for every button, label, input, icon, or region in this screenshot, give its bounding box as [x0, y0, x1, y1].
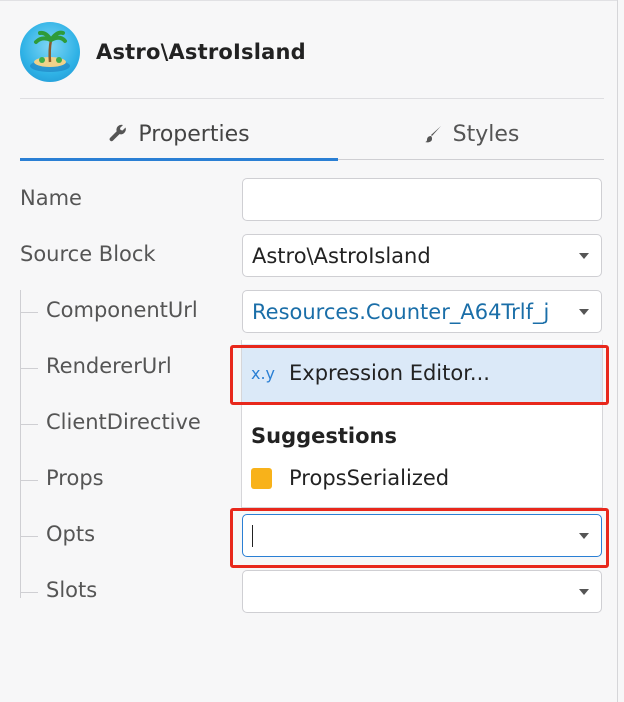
chevron-down-icon	[579, 308, 589, 315]
tab-styles-label: Styles	[452, 121, 520, 147]
name-field[interactable]	[242, 178, 602, 221]
block-color-icon	[251, 467, 272, 489]
tab-styles[interactable]: Styles	[338, 108, 604, 160]
properties-panel: Astro\AstroIsland Properties Styles Name…	[0, 0, 618, 702]
wrench-icon	[108, 124, 128, 144]
island-icon	[20, 22, 80, 82]
brush-icon	[423, 124, 443, 144]
highlight-box-expression	[230, 345, 609, 405]
props-label: Props	[46, 466, 104, 490]
suggestions-heading: Suggestions	[251, 424, 397, 448]
renderer-url-label: RendererUrl	[46, 354, 172, 378]
top-border	[0, 0, 617, 5]
chevron-down-icon	[579, 252, 589, 259]
suggestion-item[interactable]: PropsSerialized	[251, 466, 449, 490]
component-url-select[interactable]: Resources.Counter_A64Trlf_j	[242, 290, 602, 333]
client-directive-label: ClientDirective	[46, 410, 201, 434]
slots-select[interactable]	[242, 570, 602, 613]
suggestion-label: PropsSerialized	[289, 466, 450, 490]
tab-properties-label: Properties	[138, 121, 250, 147]
tab-bar: Properties Styles	[20, 108, 604, 162]
opts-label: Opts	[46, 522, 96, 546]
header-divider	[20, 98, 604, 99]
highlight-box-opts	[230, 508, 609, 568]
slots-label: Slots	[46, 578, 98, 602]
block-title: Astro\AstroIsland	[96, 40, 306, 64]
tab-divider	[338, 159, 604, 160]
property-tree-guides	[20, 290, 40, 605]
source-block-select[interactable]: Astro\AstroIsland	[242, 234, 602, 277]
tab-properties[interactable]: Properties	[20, 108, 338, 160]
active-tab-indicator	[20, 158, 338, 161]
source-block-label: Source Block	[20, 242, 156, 266]
block-header: Astro\AstroIsland	[20, 22, 306, 82]
chevron-down-icon	[579, 588, 589, 595]
component-url-label: ComponentUrl	[46, 298, 198, 322]
name-label: Name	[20, 186, 82, 210]
